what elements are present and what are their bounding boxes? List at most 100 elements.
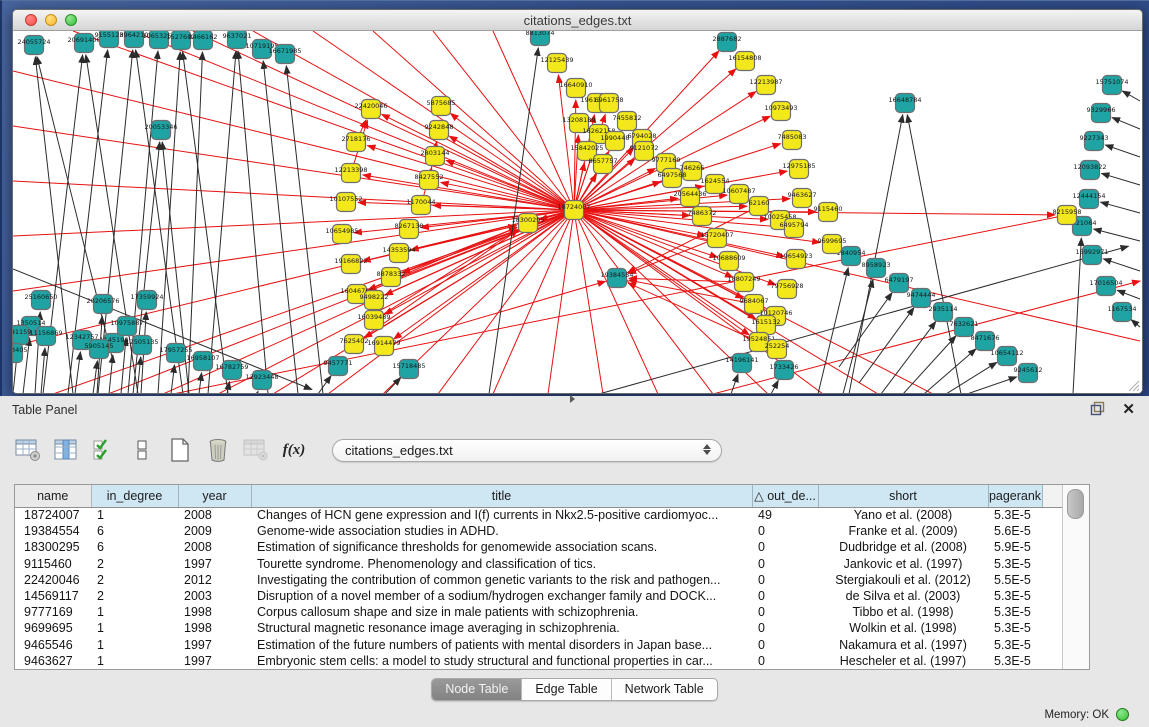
svg-text:16640910: 16640910 [559, 81, 592, 89]
float-window-icon[interactable] [1090, 401, 1105, 421]
select-all-icon[interactable] [90, 436, 118, 464]
svg-text:10654112: 10654112 [990, 349, 1023, 357]
new-table-icon[interactable] [166, 436, 194, 464]
show-columns-icon[interactable] [52, 436, 80, 464]
table-header-row[interactable]: namein_degreeyeartitle△ out_de...shortpa… [15, 485, 1062, 507]
svg-text:15718485: 15718485 [392, 362, 425, 370]
svg-text:9637021: 9637021 [223, 32, 252, 40]
svg-text:6497568: 6497568 [658, 171, 687, 179]
svg-text:7486372: 7486372 [688, 209, 717, 217]
table-row[interactable]: 969969511998Structural magnetic resonanc… [15, 620, 1062, 636]
svg-text:2803144: 2803144 [421, 149, 450, 157]
network-node[interactable]: 252254 [765, 340, 790, 359]
svg-text:1624554: 1624554 [701, 177, 730, 185]
column-header-in_degree[interactable]: in_degree [91, 485, 178, 507]
network-window[interactable]: citations_edges.txt 24055724206914069155… [12, 9, 1143, 394]
svg-text:7632621: 7632621 [950, 320, 979, 328]
svg-text:8427552: 8427552 [415, 173, 444, 181]
table-options-icon[interactable] [14, 436, 42, 464]
table-selector-dropdown[interactable]: citations_edges.txt [332, 439, 722, 462]
svg-text:8878332: 8878332 [377, 270, 406, 278]
table-scrollbar[interactable] [1062, 485, 1089, 669]
network-window-title: citations_edges.txt [13, 13, 1142, 28]
svg-text:9329966: 9329966 [1087, 106, 1116, 114]
memory-status-label: Memory: OK [1044, 709, 1109, 721]
network-window-titlebar[interactable]: citations_edges.txt [13, 10, 1142, 31]
svg-text:25160650: 25160650 [24, 293, 57, 301]
resize-grip-icon[interactable] [1126, 378, 1140, 392]
svg-text:17016504: 17016504 [1089, 279, 1122, 287]
svg-text:18724007: 18724007 [557, 203, 590, 211]
table-row[interactable]: 1830029562008Estimation of significance … [15, 539, 1062, 555]
tab-network-table[interactable]: Network Table [612, 679, 717, 700]
svg-text:18300295: 18300295 [511, 216, 544, 224]
svg-text:10975887: 10975887 [110, 319, 143, 327]
table-row[interactable]: 911546021997Tourette syndrome. Phenomeno… [15, 556, 1062, 572]
svg-text:8813074: 8813074 [526, 31, 555, 37]
svg-text:6495794: 6495794 [780, 221, 809, 229]
svg-text:19384554: 19384554 [600, 271, 633, 279]
tab-node-table[interactable]: Node Table [432, 679, 522, 700]
svg-text:12505135: 12505135 [125, 338, 158, 346]
splitter-collapse-icon[interactable] [570, 395, 575, 403]
tab-edge-table[interactable]: Edge Table [522, 679, 611, 700]
table-row[interactable]: 2242004622012Investigating the contribut… [15, 572, 1062, 588]
close-icon[interactable]: ✕ [1122, 400, 1135, 418]
svg-text:20564436: 20564436 [673, 190, 706, 198]
svg-text:7625402: 7625402 [340, 337, 369, 345]
node-table[interactable]: namein_degreeyeartitle△ out_de...shortpa… [15, 485, 1062, 669]
svg-text:2887682: 2887682 [713, 35, 742, 43]
svg-text:7485083: 7485083 [778, 133, 807, 141]
column-header-short[interactable]: short [818, 485, 988, 507]
function-builder-icon[interactable]: f(x) [280, 436, 308, 464]
column-header-year[interactable]: year [178, 485, 251, 507]
svg-text:16914479: 16914479 [367, 339, 400, 347]
svg-text:14353594: 14353594 [382, 246, 415, 254]
table-row[interactable]: 1938455462009Genome-wide association stu… [15, 523, 1062, 539]
svg-text:9699695: 9699695 [818, 237, 847, 245]
cytoscape-desktop: citations_edges.txt 24055724206914069155… [0, 0, 1149, 396]
table-row[interactable]: 977716911998Corpus callosum shape and si… [15, 604, 1062, 620]
status-bar: Memory: OK [0, 706, 1149, 727]
svg-text:9115460: 9115460 [814, 205, 843, 213]
svg-text:9242848: 9242848 [425, 123, 454, 131]
show-rows-icon[interactable] [128, 436, 156, 464]
svg-text:8958923: 8958923 [862, 261, 891, 269]
svg-text:12923448: 12923448 [245, 373, 278, 381]
svg-text:12125439: 12125439 [540, 56, 573, 64]
svg-text:17957255: 17957255 [159, 346, 192, 354]
table-tabs-row: Node TableEdge TableNetwork Table [0, 678, 1149, 701]
table-panel-title: Table Panel [12, 403, 77, 417]
import-table-icon[interactable] [242, 436, 270, 464]
svg-text:1990448: 1990448 [601, 134, 630, 142]
svg-text:10688609: 10688609 [712, 254, 745, 262]
table-row[interactable]: 1872400712008Changes of HCN gene express… [15, 507, 1062, 523]
svg-text:16648784: 16648784 [888, 96, 921, 104]
citation-network-graph[interactable]: 2405572420691406915512389642101065325715… [13, 31, 1142, 394]
table-row[interactable]: 946362711997Embryonic stem cells: a mode… [15, 653, 1062, 669]
column-header-pagerank[interactable]: pagerank [988, 485, 1042, 507]
network-canvas[interactable]: 2405572420691406915512389642101065325715… [13, 31, 1142, 394]
column-header-name[interactable]: name [15, 485, 91, 507]
delete-table-icon[interactable] [204, 436, 232, 464]
svg-text:9457771: 9457771 [324, 359, 353, 367]
svg-text:9777169: 9777169 [652, 156, 681, 164]
svg-text:9474444: 9474444 [907, 291, 936, 299]
table-tabs: Node TableEdge TableNetwork Table [431, 678, 717, 701]
svg-text:16958107: 16958107 [186, 354, 219, 362]
table-row[interactable]: 946554611997Estimation of the future num… [15, 637, 1062, 653]
table-row[interactable]: 1456911722003Disruption of a novel membe… [15, 588, 1062, 604]
svg-text:5875685: 5875685 [427, 99, 456, 107]
svg-text:11156869: 11156869 [29, 329, 62, 337]
column-header-title[interactable]: title [251, 485, 752, 507]
svg-text:16671985: 16671985 [268, 47, 301, 55]
column-header-out_degree[interactable]: △ out_de... [752, 485, 818, 507]
svg-text:8657757: 8657757 [589, 157, 618, 165]
svg-text:252254: 252254 [765, 342, 790, 350]
svg-text:20053346: 20053346 [144, 123, 177, 131]
table-scrollbar-thumb[interactable] [1067, 489, 1084, 519]
svg-text:12093822: 12093822 [1073, 163, 1106, 171]
table-panel: Table Panel ✕ f(x) citations_edges.txt [0, 396, 1149, 727]
svg-text:9227343: 9227343 [1080, 134, 1109, 142]
svg-text:9463627: 9463627 [788, 191, 817, 199]
